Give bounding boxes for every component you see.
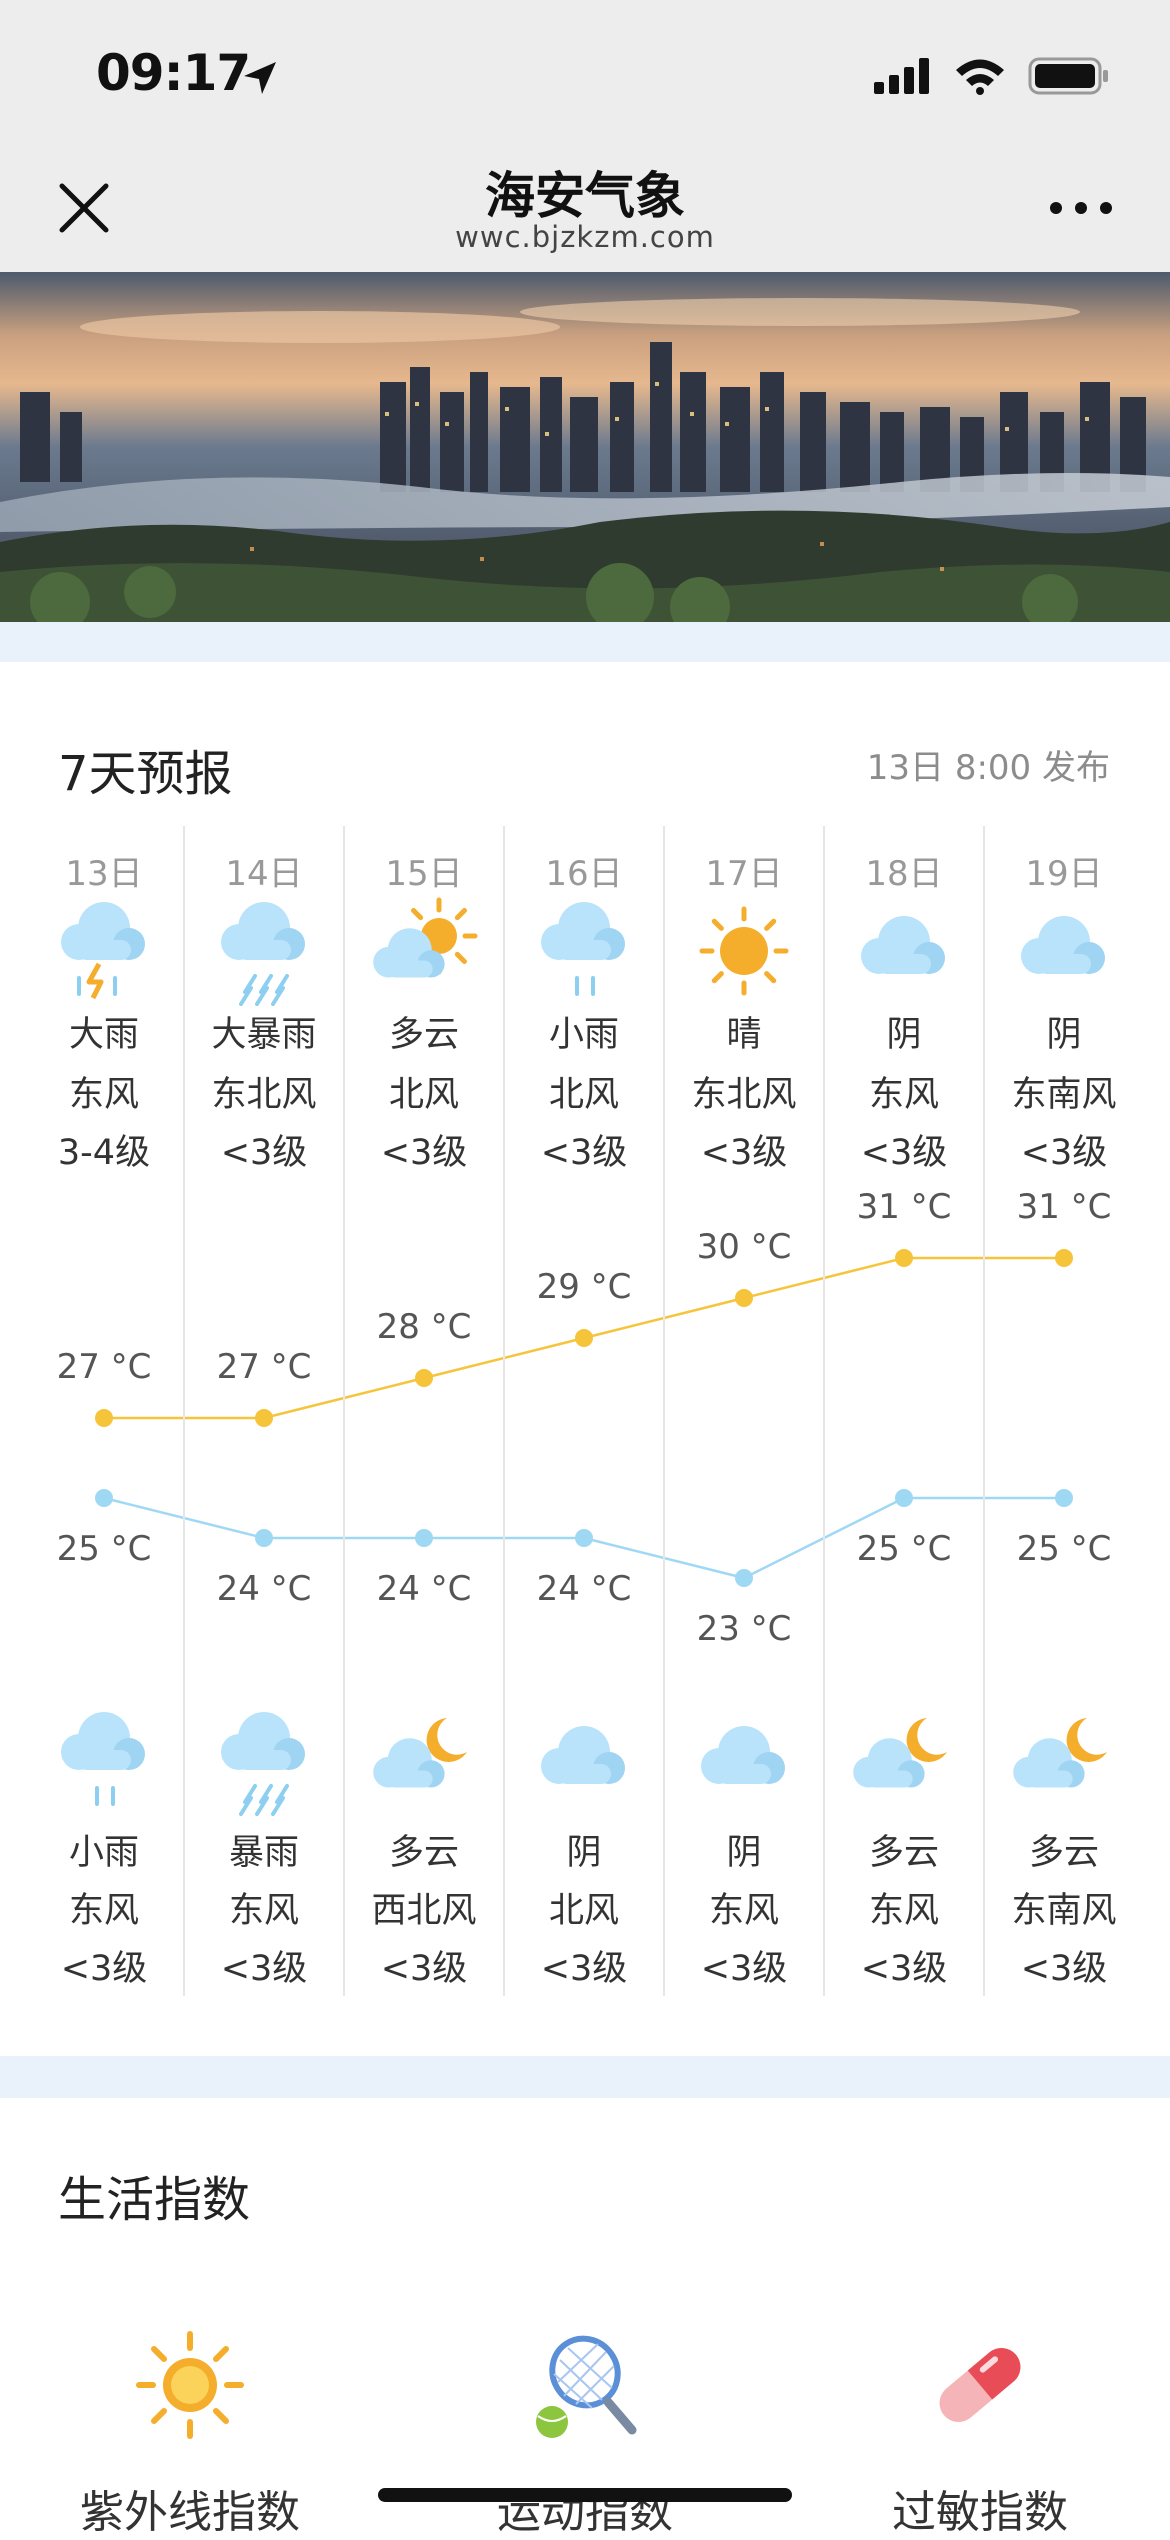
forecast-title: 7天预报 bbox=[58, 746, 233, 802]
home-indicator[interactable] bbox=[378, 2488, 792, 2502]
life-index-title: 生活指数 bbox=[58, 2172, 251, 2228]
day-weather: 晴 bbox=[726, 1015, 762, 1055]
night-wind-level: <3级 bbox=[540, 1949, 628, 1989]
night-wind-level: <3级 bbox=[700, 1949, 788, 1989]
allergy-index-label: 过敏指数 bbox=[892, 2487, 1068, 2538]
city-banner-image bbox=[0, 272, 1170, 622]
day-wind-direction: 北风 bbox=[388, 1075, 459, 1115]
night-wind-direction: 东风 bbox=[868, 1891, 939, 1931]
night-wind-direction: 东南风 bbox=[1011, 1891, 1117, 1931]
forecast-day-column: 13日 大雨 东风 3-4级 小雨 东风 <3级 bbox=[24, 826, 184, 1996]
night-wind-direction: 东风 bbox=[708, 1891, 779, 1931]
day-wind-level: <3级 bbox=[700, 1133, 788, 1173]
heavy-rain-icon bbox=[221, 1712, 305, 1816]
location-arrow-icon bbox=[244, 62, 276, 94]
day-wind-direction: 东北风 bbox=[691, 1075, 797, 1115]
forecast-date: 18日 bbox=[865, 854, 943, 894]
status-indicators bbox=[874, 56, 1110, 96]
night-weather: 多云 bbox=[388, 1833, 459, 1873]
status-time: 09:17 bbox=[96, 44, 251, 102]
cloud-icon bbox=[701, 1726, 785, 1784]
day-wind-direction: 北风 bbox=[548, 1075, 619, 1115]
forecast-day-column: 18日 阴东风 <3级 多云 东风 <3级 bbox=[824, 826, 984, 1996]
cellular-signal-icon bbox=[874, 58, 929, 94]
sun-icon bbox=[699, 906, 789, 996]
night-weather: 多云 bbox=[868, 1833, 939, 1873]
partly-cloudy-moon-icon bbox=[1013, 1718, 1107, 1788]
seven-day-forecast: 27 °C 27 °C 28 °C 29 °C 30 °C 31 °C 31 °C 25 °C… bbox=[0, 826, 1170, 1996]
day-wind-level: <3级 bbox=[540, 1133, 628, 1173]
pill-icon bbox=[939, 2348, 1021, 2422]
allergy-index-item[interactable]: 过敏指数 bbox=[790, 2330, 1170, 2538]
forecast-day-column: 16日 小雨 北风 <3级 阴北风 <3级 bbox=[504, 826, 664, 1996]
partly-cloudy-moon-icon bbox=[853, 1718, 947, 1788]
tennis-racket-icon bbox=[536, 2335, 637, 2438]
day-weather: 大雨 bbox=[68, 1015, 139, 1055]
partly-cloudy-moon-icon bbox=[373, 1718, 467, 1788]
uv-index-item[interactable]: 紫外线指数 bbox=[0, 2330, 380, 2538]
day-weather: 阴 bbox=[886, 1015, 922, 1055]
page-title: 海安气象 bbox=[485, 167, 685, 225]
night-wind-direction: 东风 bbox=[68, 1891, 139, 1931]
day-wind-level: <3级 bbox=[220, 1133, 308, 1173]
day-weather: 大暴雨 bbox=[211, 1015, 317, 1055]
day-wind-level: <3级 bbox=[1020, 1133, 1108, 1173]
rain-icon bbox=[541, 902, 625, 996]
forecast-date: 19日 bbox=[1025, 854, 1103, 894]
more-options-icon[interactable] bbox=[1046, 188, 1116, 228]
night-wind-direction: 东风 bbox=[228, 1891, 299, 1931]
forecast-date: 17日 bbox=[705, 854, 783, 894]
sun-icon bbox=[136, 2331, 244, 2439]
forecast-date: 13日 bbox=[65, 854, 143, 894]
heavy-rain-icon bbox=[221, 902, 305, 1006]
forecast-date: 15日 bbox=[385, 854, 463, 894]
forecast-day-column: 15日 多云 北风 <3级 多云 西北风 <3级 bbox=[344, 826, 504, 1996]
day-wind-direction: 东风 bbox=[68, 1075, 139, 1115]
day-weather: 小雨 bbox=[548, 1015, 619, 1055]
night-wind-direction: 北风 bbox=[548, 1891, 619, 1931]
night-wind-level: <3级 bbox=[380, 1949, 468, 1989]
wifi-icon bbox=[956, 59, 1004, 95]
section-spacer bbox=[0, 622, 1170, 662]
battery-icon bbox=[1028, 57, 1108, 95]
thunder-rain-icon bbox=[61, 902, 145, 1000]
sport-index-label: 运动指数 bbox=[497, 2487, 673, 2538]
rain-icon bbox=[61, 1712, 145, 1806]
cloud-icon bbox=[1021, 916, 1105, 974]
night-wind-level: <3级 bbox=[60, 1949, 148, 1989]
night-wind-level: <3级 bbox=[1020, 1949, 1108, 1989]
section-spacer bbox=[0, 2056, 1170, 2098]
cloud-icon bbox=[541, 1726, 625, 1784]
top-bar: 09:17 海安气象 wwc.bjzkzm.com bbox=[0, 0, 1170, 272]
night-wind-direction: 西北风 bbox=[371, 1891, 477, 1931]
day-wind-level: 3-4级 bbox=[57, 1133, 151, 1173]
forecast-day-column: 17日 晴东北风 <3级 阴东风 <3级 bbox=[664, 826, 824, 1996]
partly-cloudy-sun-icon bbox=[373, 897, 478, 978]
night-weather: 阴 bbox=[726, 1833, 762, 1873]
night-weather: 小雨 bbox=[68, 1833, 139, 1873]
forecast-day-column: 19日 阴东南风 <3级 多云 东南风 <3级 bbox=[984, 826, 1144, 1996]
forecast-publish-time: 13日 8:00 发布 bbox=[866, 748, 1110, 788]
forecast-day-column: 14日 大暴雨东北风 <3级 暴雨东风 <3级 bbox=[184, 826, 344, 1996]
page-url: wwc.bjzkzm.com bbox=[455, 220, 715, 254]
day-wind-direction: 东北风 bbox=[211, 1075, 317, 1115]
forecast-date: 16日 bbox=[545, 854, 623, 894]
night-weather: 暴雨 bbox=[228, 1833, 299, 1873]
day-wind-level: <3级 bbox=[380, 1133, 468, 1173]
day-weather: 多云 bbox=[388, 1015, 459, 1055]
night-wind-level: <3级 bbox=[860, 1949, 948, 1989]
day-weather: 阴 bbox=[1046, 1015, 1082, 1055]
day-wind-direction: 东风 bbox=[868, 1075, 939, 1115]
night-weather: 多云 bbox=[1028, 1833, 1099, 1873]
cloud-icon bbox=[861, 916, 945, 974]
uv-index-label: 紫外线指数 bbox=[80, 2487, 300, 2538]
forecast-date: 14日 bbox=[225, 854, 303, 894]
day-wind-level: <3级 bbox=[860, 1133, 948, 1173]
night-weather: 阴 bbox=[566, 1833, 602, 1873]
day-wind-direction: 东南风 bbox=[1011, 1075, 1117, 1115]
night-wind-level: <3级 bbox=[220, 1949, 308, 1989]
